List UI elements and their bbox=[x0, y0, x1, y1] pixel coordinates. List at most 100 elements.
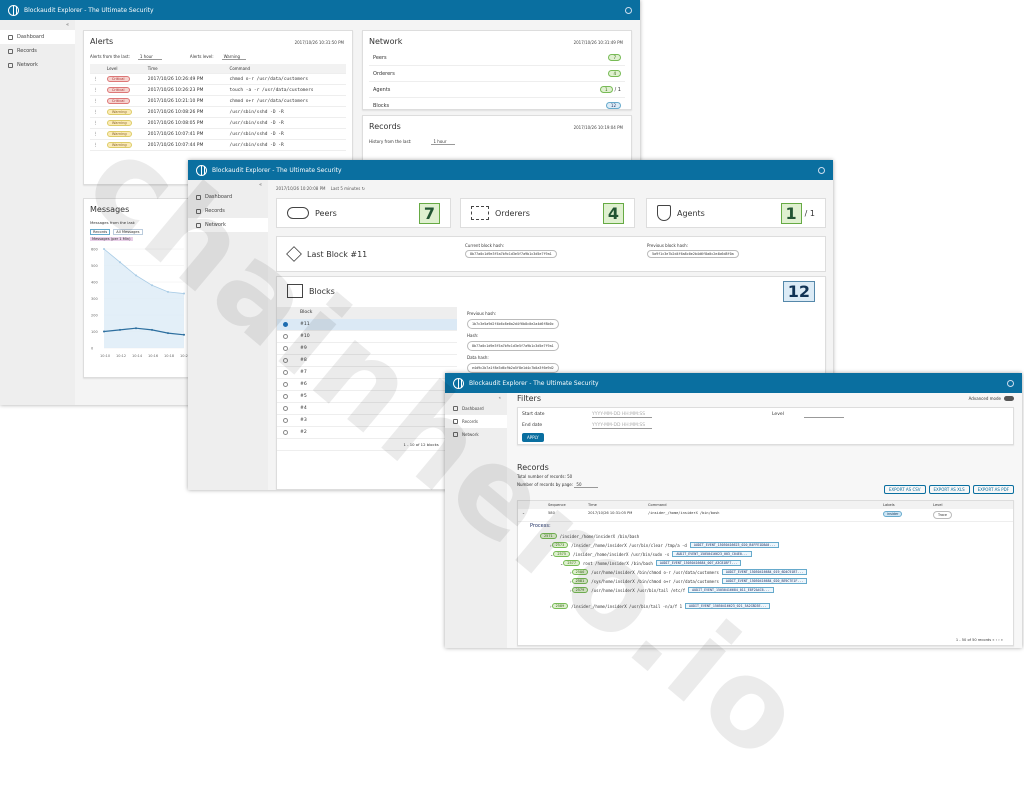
collapse-icon[interactable]: « bbox=[0, 20, 75, 30]
block-row[interactable]: #4 bbox=[277, 403, 457, 415]
column-header[interactable]: Sequence bbox=[548, 503, 588, 507]
per-page-select[interactable]: 50 bbox=[574, 482, 599, 488]
pagination-icon[interactable]: « ‹ › » bbox=[992, 638, 1003, 642]
export-pdf-button[interactable]: EXPORT AS PDF bbox=[972, 485, 1014, 494]
block-row[interactable]: #5 bbox=[277, 391, 457, 403]
radio-icon[interactable] bbox=[283, 334, 288, 339]
export-csv-button[interactable]: EXPORT AS CSV bbox=[883, 485, 926, 494]
peers-card[interactable]: Peers 7 bbox=[276, 198, 451, 228]
table-row[interactable]: ⋮ Warning 2017/10/26 10:07:41 PM/usr/sbin/… bbox=[90, 128, 346, 140]
table-row[interactable]: ⋮ Warning 2017/10/26 10:08:26 PM/usr/sbin/… bbox=[90, 106, 346, 118]
x-tick-label: 10:16 bbox=[148, 354, 158, 358]
level-select[interactable] bbox=[803, 412, 844, 418]
process-node[interactable]: ⌄ 2575/insider_/home/insiderX /usr/bin/su… bbox=[550, 551, 752, 557]
process-node[interactable]: ⌄ 2577 root /home/insiderX /bin/bash AUDIT_… bbox=[560, 560, 742, 566]
radio-icon[interactable] bbox=[283, 370, 288, 375]
network-row-peers[interactable]: Peers 7 bbox=[369, 50, 625, 66]
block-row[interactable]: #8 bbox=[277, 355, 457, 367]
records-from-select[interactable]: 1 hour bbox=[431, 139, 456, 145]
settings-gear-icon[interactable] bbox=[625, 6, 632, 14]
sidebar-item-label: Records bbox=[17, 48, 37, 54]
sidebar-item-records[interactable]: Records bbox=[0, 44, 75, 58]
sidebar-item-network[interactable]: Network bbox=[188, 218, 268, 232]
block-row[interactable]: #7 bbox=[277, 367, 457, 379]
block-row[interactable]: #11 bbox=[277, 319, 457, 331]
column-header[interactable]: Level bbox=[933, 503, 943, 507]
network-row-orderers[interactable]: Orderers 4 bbox=[369, 66, 625, 82]
table-row[interactable]: ⋮ Critical 2017/10/26 10:26:49 PM chmod o-r… bbox=[90, 73, 346, 85]
process-node[interactable]: › 2580/usr/home/insiderX /bin/chmod o-r /… bbox=[570, 569, 808, 575]
event-link[interactable]: AUDIT_EVENT_15050416623_020_B4FFE1D8A0..… bbox=[689, 542, 780, 548]
start-date-input[interactable]: YYYY-MM-DD HH:MM:SS bbox=[592, 412, 652, 418]
dashboard-icon bbox=[453, 406, 458, 411]
table-row[interactable]: ⋮ Warning 2017/10/26 10:08:05 PM/usr/sbin/… bbox=[90, 117, 346, 129]
radio-icon[interactable] bbox=[283, 322, 288, 327]
radio-icon[interactable] bbox=[283, 418, 288, 423]
column-header[interactable]: Time bbox=[588, 503, 648, 507]
app-header: Blockaudit Explorer - The Ultimate Secur… bbox=[188, 160, 833, 180]
block-row[interactable]: #10 bbox=[277, 331, 457, 343]
sidebar-item-dashboard[interactable]: Dashboard bbox=[188, 190, 268, 204]
sidebar-item-network[interactable]: Network bbox=[0, 58, 75, 72]
block-row[interactable]: #3 bbox=[277, 415, 457, 427]
process-node[interactable]: › 2573/insider_/home/insiderX /usr/bin/cl… bbox=[550, 542, 780, 548]
chevron-down-icon[interactable]: ⌄ bbox=[522, 511, 548, 519]
alerts-from-select[interactable]: 1 hour bbox=[137, 54, 162, 60]
agents-card[interactable]: Agents 1/ 1 bbox=[646, 198, 826, 228]
collapse-icon[interactable]: « bbox=[445, 393, 507, 402]
process-command: /insider_/home/insiderX /usr/bin/clear /… bbox=[571, 542, 687, 548]
radio-icon[interactable] bbox=[283, 382, 288, 387]
process-node[interactable]: › 2579/usr/home/insiderX /usr/bin/tail /e… bbox=[570, 587, 774, 593]
data-point bbox=[103, 330, 105, 333]
table-row[interactable]: ⋮ Critical 2017/10/26 10:26:23 PM touch -a … bbox=[90, 84, 346, 96]
table-row[interactable]: ⌄ 580 2017/10/26 10:31:05 PM/insider_/home… bbox=[518, 509, 1013, 522]
network-row-agents[interactable]: Agents 1/ 1 bbox=[369, 82, 625, 98]
sidebar-item-records[interactable]: Records bbox=[188, 204, 268, 218]
process-node[interactable]: › 2589/insider_/home/insiderX /usr/bin/ta… bbox=[550, 603, 771, 609]
orderers-card[interactable]: Orderers 4 bbox=[460, 198, 635, 228]
command-cell: /insider_/home/insiderX /bin/bash bbox=[648, 511, 720, 515]
refresh-icon[interactable]: ↻ bbox=[362, 186, 365, 191]
alerts-level-select[interactable]: Warning bbox=[221, 54, 246, 60]
process-node[interactable]: › 2581/sys/home/insiderX /bin/chmod o+r /… bbox=[570, 578, 808, 584]
sidebar-item-label: Network bbox=[462, 432, 479, 437]
radio-icon[interactable] bbox=[283, 406, 288, 411]
radio-icon[interactable] bbox=[283, 346, 288, 351]
column-header[interactable]: Command bbox=[648, 503, 883, 507]
column-header[interactable]: Time bbox=[144, 64, 227, 74]
radio-icon[interactable] bbox=[283, 358, 288, 363]
block-row[interactable]: #6 bbox=[277, 379, 457, 391]
event-link[interactable]: AUDIT_EVENT_15050416623_003_C04E0... bbox=[672, 551, 752, 557]
event-link[interactable]: AUDIT_EVENT_15050416623_021_5A2C8D3E... bbox=[685, 603, 771, 609]
radio-icon[interactable] bbox=[283, 394, 288, 399]
sidebar-item-network[interactable]: Network bbox=[445, 428, 507, 441]
sidebar-item-dashboard[interactable]: Dashboard bbox=[445, 402, 507, 415]
radio-icon[interactable] bbox=[283, 430, 288, 435]
column-header[interactable]: Command bbox=[226, 64, 346, 74]
advanced-mode-toggle[interactable] bbox=[1004, 396, 1014, 401]
sidebar-item-dashboard[interactable]: Dashboard bbox=[0, 30, 75, 44]
peers-count: 7 bbox=[418, 202, 440, 224]
block-row[interactable]: #9 bbox=[277, 343, 457, 355]
command-cell: chmod o-r /usr/data/customers bbox=[226, 73, 346, 85]
y-tick-label: 300 bbox=[91, 297, 98, 301]
network-row-blocks[interactable]: Blocks 12 bbox=[369, 98, 625, 109]
collapse-icon[interactable]: « bbox=[188, 180, 268, 190]
event-link[interactable]: AUDIT_EVENT_15050416684_011_E8F2A4C6... bbox=[688, 587, 774, 593]
event-link[interactable]: AUDIT_EVENT_15050416684_020_BE9C7E1F... bbox=[721, 578, 808, 584]
end-date-input[interactable]: YYYY-MM-DD HH:MM:SS bbox=[592, 423, 652, 429]
event-link[interactable]: AUDIT_EVENT_15050416684_007_A3C81BF7... bbox=[655, 560, 742, 566]
block-row[interactable]: #2 bbox=[277, 427, 457, 439]
settings-gear-icon[interactable] bbox=[1007, 379, 1014, 387]
column-header[interactable]: Labels bbox=[883, 503, 933, 507]
column-header[interactable]: Level bbox=[103, 64, 145, 74]
settings-gear-icon[interactable] bbox=[818, 166, 825, 174]
table-row[interactable]: ⋮ Critical 2017/10/26 10:21:10 PM chmod o+r… bbox=[90, 95, 346, 107]
event-link[interactable]: AUDIT_EVENT_15050416684_019_6D4C91B7... bbox=[721, 569, 808, 575]
export-xls-button[interactable]: EXPORT AS XLS bbox=[928, 485, 970, 494]
apply-button[interactable]: APPLY bbox=[522, 433, 544, 442]
process-node[interactable]: 2571/insider_/home/insiderX /bin/bash bbox=[540, 533, 639, 539]
table-row[interactable]: ⋮ Warning 2017/10/26 10:07:44 PM/usr/sbin/… bbox=[90, 139, 346, 151]
sidebar-item-records[interactable]: Records bbox=[445, 415, 507, 428]
block-id: #4 bbox=[300, 406, 307, 411]
